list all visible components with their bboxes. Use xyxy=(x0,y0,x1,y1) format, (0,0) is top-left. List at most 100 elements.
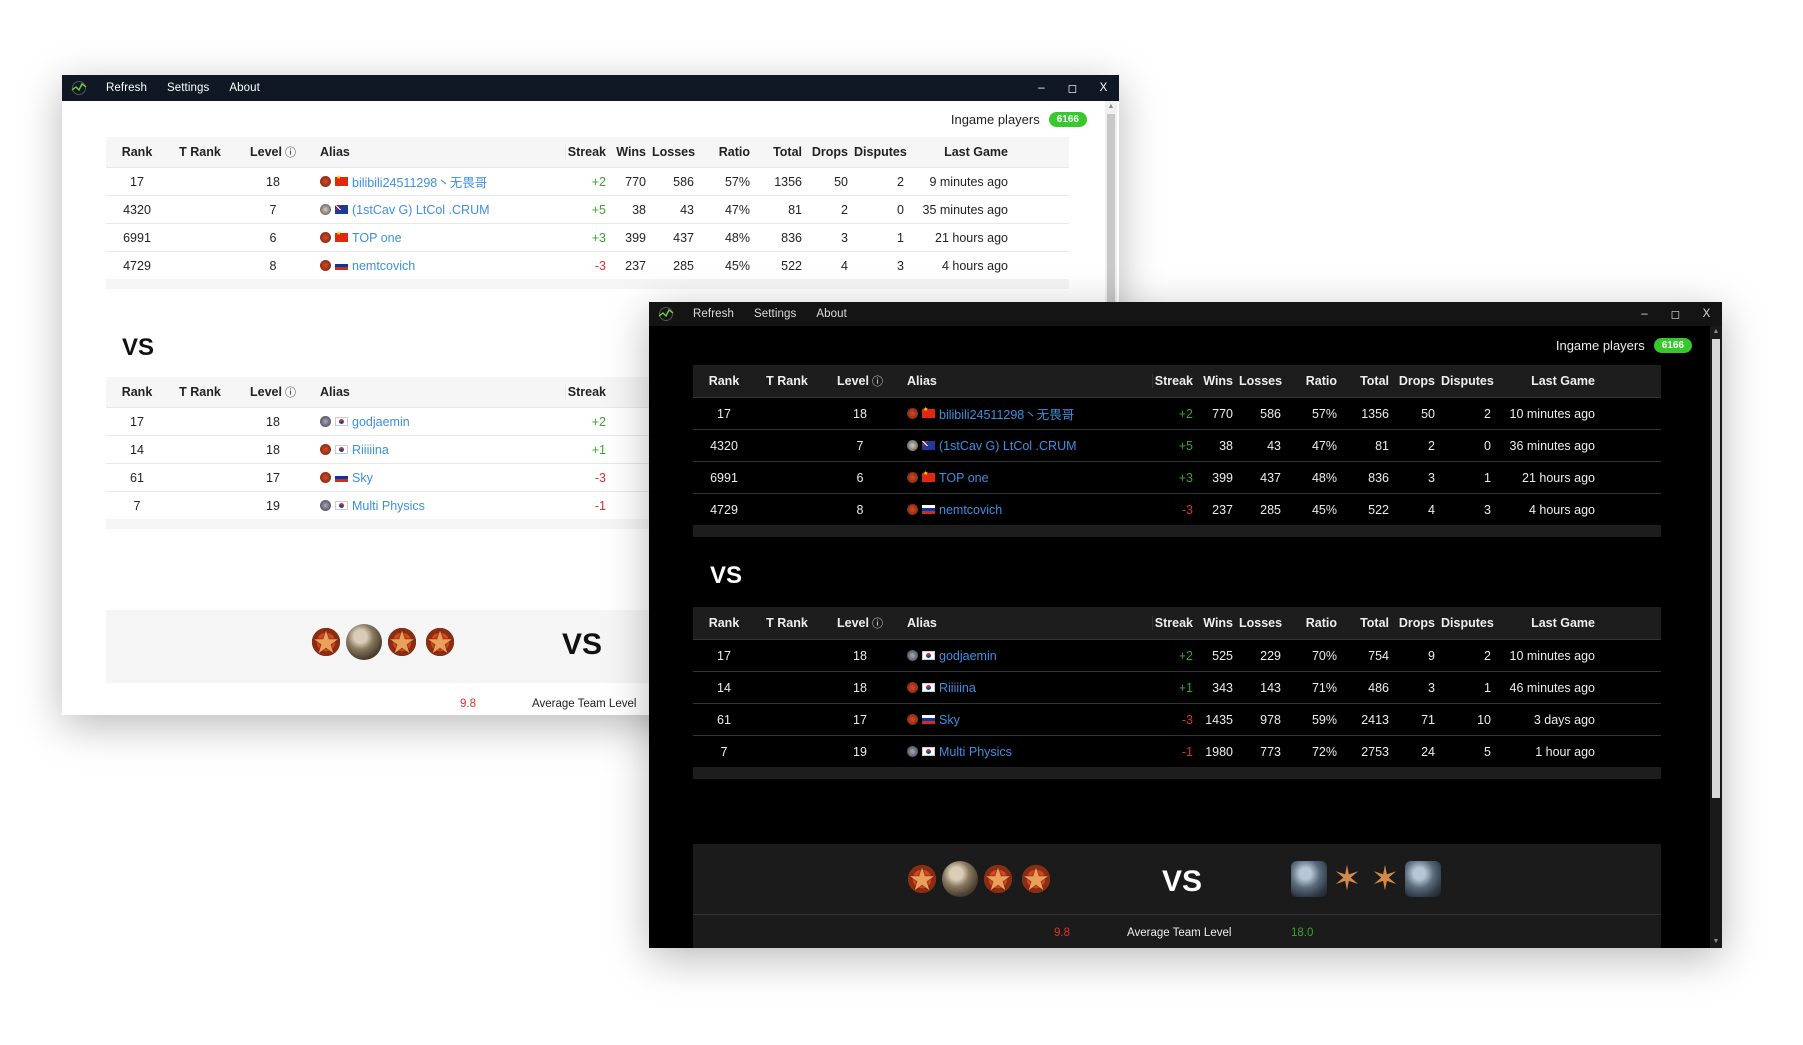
table-row[interactable]: 4729 8 nemtcovich -3 237 285 45% 522 4 3 4 hours a… xyxy=(693,493,1661,525)
table-row[interactable]: 14 18 Riiiiina +1 343 143 71% 486 3 1 46 minutes a… xyxy=(693,671,1661,703)
cell-level: 18 xyxy=(853,406,867,421)
header-losses[interactable]: Losses xyxy=(1239,616,1287,630)
scrollbar[interactable]: ▲ ▼ xyxy=(1710,326,1722,948)
player-alias-link[interactable]: godjaemin xyxy=(352,415,410,429)
flag-kr-icon xyxy=(922,651,935,660)
help-icon[interactable]: ⓘ xyxy=(869,618,883,630)
header-ratio[interactable]: Ratio xyxy=(1287,374,1343,388)
table-row[interactable]: 61 17 Sky -3 1435 978 59% 2413 71 10 3 days ago xyxy=(693,703,1661,735)
dark-theme-window: Refresh Settings About – ◻ X ▲ ▼ Ingame p… xyxy=(649,302,1722,948)
player-alias-link[interactable]: TOP one xyxy=(939,471,989,485)
cell-total: 81 xyxy=(788,202,802,217)
header-disputes[interactable]: Disputes xyxy=(1441,374,1497,388)
header-trank[interactable]: T Rank xyxy=(168,145,232,159)
header-losses[interactable]: Losses xyxy=(1239,374,1287,388)
cell-streak: -3 xyxy=(1181,502,1193,517)
header-total[interactable]: Total xyxy=(756,145,808,159)
menu-refresh[interactable]: Refresh xyxy=(683,308,744,320)
header-rank[interactable]: Rank xyxy=(106,145,168,159)
header-trank[interactable]: T Rank xyxy=(168,385,232,399)
player-alias-link[interactable]: (1stCav G) LtCol .CRUM xyxy=(352,203,490,217)
menu-about[interactable]: About xyxy=(806,308,857,320)
header-disputes[interactable]: Disputes xyxy=(854,145,910,159)
header-total[interactable]: Total xyxy=(1343,616,1395,630)
player-alias-link[interactable]: Multi Physics xyxy=(939,745,1012,759)
header-wins[interactable]: Wins xyxy=(1199,374,1239,388)
minimize-button[interactable]: – xyxy=(1026,82,1057,94)
header-last[interactable]: Last Game xyxy=(910,145,1014,159)
header-rank[interactable]: Rank xyxy=(106,385,168,399)
header-disputes[interactable]: Disputes xyxy=(1441,616,1497,630)
header-streak-label: Streak xyxy=(1154,616,1193,630)
player-alias-link[interactable]: nemtcovich xyxy=(939,503,1002,517)
table-row[interactable]: 17 18 bilibili24511298丶无畏哥 +2 770 586 57% 1356 5… xyxy=(693,397,1661,429)
header-alias[interactable]: Alias xyxy=(901,374,1153,388)
player-alias-link[interactable]: (1stCav G) LtCol .CRUM xyxy=(939,439,1077,453)
header-level[interactable]: Level ⓘ xyxy=(232,384,314,400)
player-alias-link[interactable]: nemtcovich xyxy=(352,259,415,273)
cell-ratio: 48% xyxy=(724,230,750,245)
table-row[interactable]: 6991 6 TOP one +3 399 437 48% 836 3 1 21 hours ago xyxy=(106,223,1069,251)
header-rank[interactable]: Rank xyxy=(693,374,755,388)
cell-level: 18 xyxy=(266,442,280,457)
header-trank[interactable]: T Rank xyxy=(755,616,819,630)
player-alias-link[interactable]: Sky xyxy=(352,471,373,485)
help-icon[interactable]: ⓘ xyxy=(282,147,296,159)
menu-settings[interactable]: Settings xyxy=(157,82,219,94)
header-total[interactable]: Total xyxy=(1343,374,1395,388)
table-row[interactable]: 17 18 bilibili24511298丶无畏哥 +2 770 586 57% 1356 5… xyxy=(106,167,1069,195)
minimize-button[interactable]: – xyxy=(1629,308,1660,320)
header-trank[interactable]: T Rank xyxy=(755,374,819,388)
table-row[interactable]: 4320 7 (1stCav G) LtCol .CRUM +5 38 43 47% 81 2 0… xyxy=(106,195,1069,223)
header-last[interactable]: Last Game xyxy=(1497,374,1601,388)
player-alias-link[interactable]: Riiiiina xyxy=(939,681,976,695)
table-row[interactable]: 4320 7 (1stCav G) LtCol .CRUM +5 38 43 47% 81 2 0… xyxy=(693,429,1661,461)
header-losses[interactable]: Losses xyxy=(652,145,700,159)
menu-settings[interactable]: Settings xyxy=(744,308,806,320)
header-wins[interactable]: Wins xyxy=(1199,616,1239,630)
header-ratio[interactable]: Ratio xyxy=(700,145,756,159)
header-level[interactable]: Level ⓘ xyxy=(819,615,901,631)
header-alias[interactable]: Alias xyxy=(901,616,1153,630)
player-alias-link[interactable]: TOP one xyxy=(352,231,402,245)
header-streak[interactable]: Streak xyxy=(1153,616,1199,630)
table-row[interactable]: 4729 8 nemtcovich -3 237 285 45% 522 4 3 4 hours a… xyxy=(106,251,1069,279)
help-icon[interactable]: ⓘ xyxy=(869,376,883,388)
star-emblem-icon: ★ xyxy=(308,624,344,660)
header-streak[interactable]: Streak xyxy=(566,145,612,159)
cell-streak: +2 xyxy=(1178,648,1193,663)
player-alias-link[interactable]: Multi Physics xyxy=(352,499,425,513)
cell-streak: +1 xyxy=(1178,680,1193,695)
table-row[interactable]: 6991 6 TOP one +3 399 437 48% 836 3 1 21 hours ago xyxy=(693,461,1661,493)
menu-refresh[interactable]: Refresh xyxy=(96,82,157,94)
header-alias[interactable]: Alias xyxy=(314,385,566,399)
flag-kr-icon xyxy=(335,445,348,454)
help-icon[interactable]: ⓘ xyxy=(282,387,296,399)
cell-drops: 4 xyxy=(1428,502,1435,517)
table-row[interactable]: 7 19 Multi Physics -1 1980 773 72% 2753 24 5 1 hou… xyxy=(693,735,1661,767)
header-last[interactable]: Last Game xyxy=(1497,616,1601,630)
header-level[interactable]: Level ⓘ xyxy=(819,373,901,389)
header-streak[interactable]: Streak xyxy=(566,385,612,399)
header-drops[interactable]: Drops xyxy=(808,145,854,159)
table-row[interactable]: 17 18 godjaemin +2 525 229 70% 754 9 2 10 minutes … xyxy=(693,639,1661,671)
header-alias[interactable]: Alias xyxy=(314,145,566,159)
header-drops[interactable]: Drops xyxy=(1395,374,1441,388)
close-button[interactable]: X xyxy=(1691,308,1722,320)
header-drops[interactable]: Drops xyxy=(1395,616,1441,630)
player-alias-link[interactable]: Sky xyxy=(939,713,960,727)
close-button[interactable]: X xyxy=(1088,82,1119,94)
maximize-button[interactable]: ◻ xyxy=(1660,307,1691,321)
menu-about[interactable]: About xyxy=(219,82,270,94)
player-alias-link[interactable]: bilibili24511298丶无畏哥 xyxy=(939,404,1074,423)
header-rank[interactable]: Rank xyxy=(693,616,755,630)
header-wins[interactable]: Wins xyxy=(612,145,652,159)
cell-ratio: 59% xyxy=(1311,712,1337,727)
header-streak[interactable]: Streak xyxy=(1153,374,1199,388)
player-alias-link[interactable]: bilibili24511298丶无畏哥 xyxy=(352,172,487,191)
player-alias-link[interactable]: Riiiiina xyxy=(352,443,389,457)
header-ratio[interactable]: Ratio xyxy=(1287,616,1343,630)
player-alias-link[interactable]: godjaemin xyxy=(939,649,997,663)
maximize-button[interactable]: ◻ xyxy=(1057,81,1088,95)
header-level[interactable]: Level ⓘ xyxy=(232,144,314,160)
